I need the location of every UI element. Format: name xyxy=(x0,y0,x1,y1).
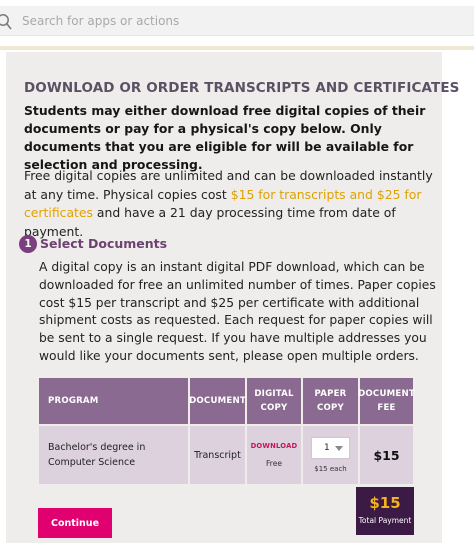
program-cell: Bachelor's degree in Computer Science xyxy=(39,426,188,484)
step-title: Select Documents xyxy=(40,236,168,251)
column-header-digital-copy: DIGITAL COPY xyxy=(247,378,301,424)
transcript-order-card: DOWNLOAD OR ORDER TRANSCRIPTS AND CERTIF… xyxy=(6,52,460,543)
total-label: Total Payment xyxy=(358,516,412,525)
chevron-down-icon xyxy=(335,446,343,451)
search-icon[interactable] xyxy=(0,13,12,31)
header-divider xyxy=(0,46,474,50)
total-amount: $15 xyxy=(369,494,401,512)
paper-copy-cell: 1 $15 each xyxy=(303,426,358,484)
intro-notice: Students may either download free digita… xyxy=(24,103,426,172)
search-bar xyxy=(0,6,474,36)
search-input[interactable] xyxy=(22,10,462,32)
pricing-info: Free digital copies are unlimited and ca… xyxy=(24,167,440,241)
documents-table: PROGRAM DOCUMENT DIGITAL COPY PAPER COPY… xyxy=(39,378,415,484)
page-title: DOWNLOAD OR ORDER TRANSCRIPTS AND CERTIF… xyxy=(24,80,460,96)
step-description: A digital copy is an instant digital PDF… xyxy=(39,260,436,363)
step-number-badge: 1 xyxy=(19,235,37,253)
paper-copy-quantity-select[interactable]: 1 xyxy=(311,437,350,459)
column-header-document: DOCUMENT xyxy=(189,378,246,424)
document-cell: Transcript xyxy=(190,426,245,484)
document-fee-cell: $15 xyxy=(360,426,413,484)
column-header-paper-copy: PAPER COPY xyxy=(303,378,358,424)
download-link[interactable]: DOWNLOAD xyxy=(251,442,298,450)
quantity-value: 1 xyxy=(324,443,330,453)
column-header-document-fee: DOCUMENT FEE xyxy=(358,378,415,424)
continue-button[interactable]: Continue xyxy=(38,508,112,538)
digital-copy-cell: DOWNLOAD Free xyxy=(247,426,301,484)
column-header-program: PROGRAM xyxy=(39,378,188,424)
document-fee-value: $15 xyxy=(373,447,400,463)
free-label: Free xyxy=(266,459,282,468)
total-payment-box: $15 Total Payment xyxy=(356,487,414,535)
price-each-label: $15 each xyxy=(314,465,347,473)
